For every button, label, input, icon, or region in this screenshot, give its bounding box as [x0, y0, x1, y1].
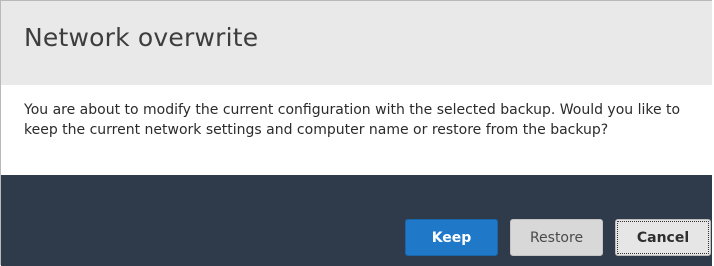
network-overwrite-dialog: Network overwrite You are about to modif…	[0, 0, 712, 266]
dialog-title: Network overwrite	[24, 23, 259, 52]
dialog-header: Network overwrite	[1, 1, 712, 85]
keep-button[interactable]: Keep	[405, 219, 498, 256]
dialog-footer: Keep Restore Cancel	[1, 175, 712, 266]
dialog-body: You are about to modify the current conf…	[1, 85, 712, 175]
restore-button[interactable]: Restore	[510, 219, 603, 256]
dialog-message: You are about to modify the current conf…	[24, 102, 681, 138]
cancel-button[interactable]: Cancel	[615, 219, 711, 256]
